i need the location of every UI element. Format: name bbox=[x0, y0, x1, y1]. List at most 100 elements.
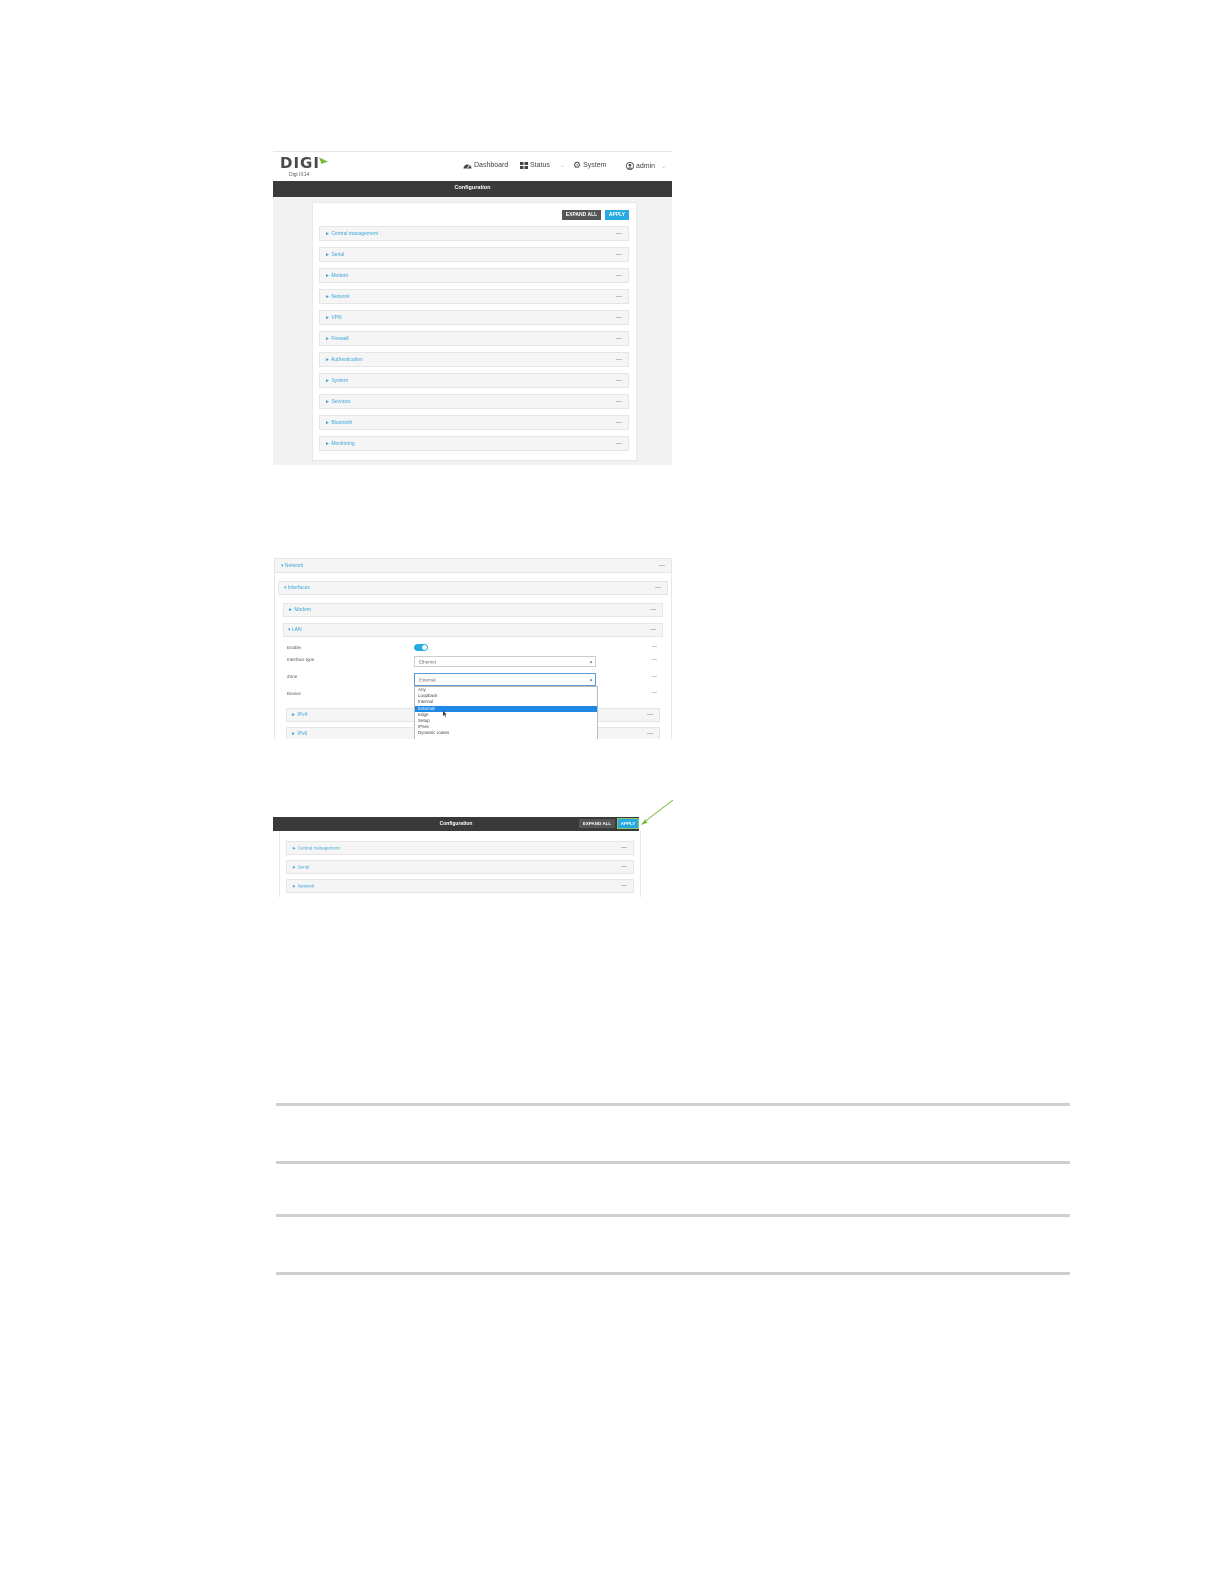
collapse-icon[interactable]: — bbox=[659, 563, 665, 569]
collapse-icon[interactable]: — bbox=[655, 585, 661, 591]
section-system[interactable]: ► System — bbox=[319, 373, 629, 388]
section-services[interactable]: ► Services — bbox=[319, 394, 629, 409]
section-central-management[interactable]: ► Central management — bbox=[319, 226, 629, 241]
nav-admin-label: admin bbox=[636, 162, 656, 170]
collapse-icon[interactable]: — bbox=[652, 658, 657, 663]
collapse-icon[interactable]: — bbox=[616, 315, 622, 321]
divider bbox=[276, 1103, 1070, 1106]
dashboard-icon bbox=[463, 164, 472, 169]
collapse-icon[interactable]: — bbox=[621, 864, 627, 870]
collapse-icon[interactable]: — bbox=[647, 731, 653, 737]
enable-toggle[interactable] bbox=[414, 644, 428, 651]
digi-logo: DIGI Digi IX14 bbox=[280, 154, 328, 178]
divider bbox=[276, 1161, 1070, 1164]
section-label: ► System bbox=[325, 377, 349, 384]
section-label: ► Firewall bbox=[325, 335, 349, 342]
collapse-icon[interactable]: — bbox=[652, 691, 657, 696]
collapse-icon[interactable]: — bbox=[616, 378, 622, 384]
collapse-icon[interactable]: — bbox=[616, 294, 622, 300]
caret-down-icon: ▾ bbox=[589, 659, 592, 664]
section-label: ► Modem bbox=[288, 607, 312, 613]
logo-triangle-icon bbox=[318, 155, 328, 164]
interface-type-value: Ethernet bbox=[419, 659, 437, 664]
configuration-panel: EXPAND ALL APPLY ► Central management — ►… bbox=[312, 202, 637, 461]
section-interfaces[interactable]: ▾ Interfaces — bbox=[278, 581, 668, 595]
config-screenshot-collapsed: DIGI Digi IX14 Dashboard Status ⌄ ⚙ Syst… bbox=[273, 151, 672, 465]
section-serial[interactable]: ► Serial — bbox=[286, 860, 634, 874]
mouse-cursor-icon bbox=[443, 711, 447, 717]
configuration-header: Configuration bbox=[273, 181, 672, 197]
section-label: ▾ Interfaces bbox=[284, 585, 310, 591]
collapse-icon[interactable]: — bbox=[616, 399, 622, 405]
section-modem[interactable]: ► Modem — bbox=[319, 268, 629, 283]
nav-status-label: Status bbox=[530, 162, 550, 169]
zone-option-internal[interactable]: Internal bbox=[415, 699, 597, 705]
collapse-icon[interactable]: — bbox=[650, 607, 656, 613]
section-label: ► Modem bbox=[325, 272, 349, 279]
logo-text: DIGI bbox=[280, 154, 320, 172]
grid-icon bbox=[520, 162, 528, 169]
section-bluetooth[interactable]: ► Bluetooth — bbox=[319, 415, 629, 430]
section-label: ► Central management bbox=[292, 845, 340, 851]
interface-type-select[interactable]: Ethernet ▾ bbox=[414, 656, 596, 667]
collapse-icon[interactable]: — bbox=[616, 231, 622, 237]
section-label: ▾ Network bbox=[281, 562, 304, 569]
apply-button[interactable]: APPLY bbox=[605, 210, 629, 220]
section-serial[interactable]: ► Serial — bbox=[319, 247, 629, 262]
page-title: Configuration bbox=[454, 185, 491, 191]
expand-all-button[interactable]: EXPAND ALL bbox=[579, 819, 615, 828]
collapse-icon[interactable]: — bbox=[616, 252, 622, 258]
section-label: ► VPN bbox=[325, 314, 342, 321]
gear-icon: ⚙ bbox=[573, 160, 582, 170]
collapse-icon[interactable]: — bbox=[652, 675, 657, 680]
divider bbox=[276, 1272, 1070, 1275]
device-model: Digi IX14 bbox=[289, 172, 310, 178]
section-label: ► Monitoring bbox=[325, 440, 355, 447]
section-central-management[interactable]: ► Central management — bbox=[286, 841, 634, 855]
nav-dashboard-label: Dashboard bbox=[474, 162, 509, 169]
enable-label: Enable bbox=[287, 645, 302, 650]
section-authentication[interactable]: ► Authentication — bbox=[319, 352, 629, 367]
collapse-icon[interactable]: — bbox=[616, 441, 622, 447]
configuration-header: Configuration EXPAND ALL APPLY bbox=[273, 817, 639, 831]
nav-status[interactable]: Status ⌄ bbox=[520, 162, 565, 169]
collapse-icon[interactable]: — bbox=[621, 845, 627, 851]
section-firewall[interactable]: ► Firewall — bbox=[319, 331, 629, 346]
nav-admin[interactable]: admin ⌄ bbox=[626, 162, 666, 170]
collapse-icon[interactable]: — bbox=[616, 357, 622, 363]
section-label: ► IPv4 bbox=[291, 712, 308, 718]
section-network[interactable]: ► Network — bbox=[286, 879, 634, 893]
section-label: ► Serial bbox=[325, 251, 345, 258]
section-label: ► Authentication bbox=[325, 356, 363, 363]
collapse-icon[interactable]: — bbox=[616, 273, 622, 279]
expand-all-button[interactable]: EXPAND ALL bbox=[562, 210, 601, 220]
user-icon bbox=[626, 162, 634, 170]
collapse-icon[interactable]: — bbox=[621, 883, 627, 889]
section-label: ▾ LAN bbox=[288, 627, 302, 633]
nav-system[interactable]: ⚙ System bbox=[573, 160, 607, 170]
top-navigation: DIGI Digi IX14 Dashboard Status ⌄ ⚙ Syst… bbox=[273, 151, 672, 182]
zone-option-dynamic-routes[interactable]: Dynamic routes bbox=[415, 730, 597, 736]
section-lan[interactable]: ▾ LAN — bbox=[283, 623, 663, 637]
collapse-icon[interactable]: — bbox=[650, 627, 656, 633]
divider bbox=[276, 1214, 1070, 1217]
section-label: ► IPv6 bbox=[291, 731, 308, 737]
section-modem[interactable]: ► Modem — bbox=[283, 603, 663, 617]
section-monitoring[interactable]: ► Monitoring — bbox=[319, 436, 629, 451]
section-label: ► Services bbox=[325, 398, 351, 405]
chevron-down-icon: ⌄ bbox=[661, 163, 667, 170]
section-label: ► Network bbox=[292, 883, 315, 889]
section-network[interactable]: ► Network — bbox=[319, 289, 629, 304]
device-label: Device bbox=[287, 691, 301, 696]
lan-zone-screenshot: ▾ Network — ▾ Interfaces — ► Modem — ▾ LAN —… bbox=[273, 557, 672, 739]
nav-dashboard[interactable]: Dashboard bbox=[463, 162, 508, 169]
section-vpn[interactable]: ► VPN — bbox=[319, 310, 629, 325]
collapse-icon[interactable]: — bbox=[616, 336, 622, 342]
collapse-icon[interactable]: — bbox=[616, 420, 622, 426]
collapse-icon[interactable]: — bbox=[647, 712, 653, 718]
zone-select[interactable]: External ▾ bbox=[414, 673, 596, 686]
apply-button[interactable]: APPLY bbox=[617, 818, 639, 829]
collapse-icon[interactable]: — bbox=[652, 645, 657, 650]
nav-system-label: System bbox=[583, 162, 607, 169]
section-label: ► Bluetooth bbox=[325, 419, 353, 426]
